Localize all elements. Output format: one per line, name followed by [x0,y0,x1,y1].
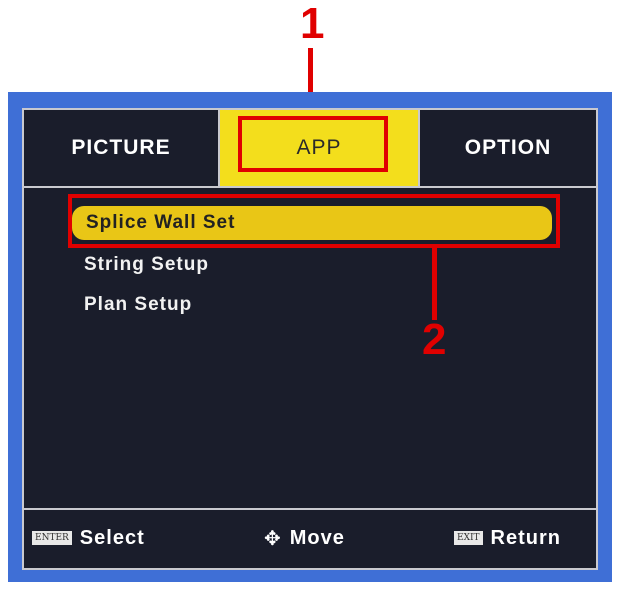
callout-number-1: 1 [300,0,325,48]
callout-number-2: 2 [422,315,447,364]
callout-box-2 [68,194,560,248]
dpad-arrows-icon: ✥ [264,527,282,550]
menu-item-string-setup[interactable]: String Setup [84,248,209,282]
menu-item-plan-setup[interactable]: Plan Setup [84,288,192,322]
hint-select-label: Select [79,526,145,549]
callout-box-1 [238,116,388,172]
exit-key-icon: EXIT [454,531,483,545]
hint-move: ✥ Move [264,510,345,566]
callout-line-2 [432,248,437,320]
tab-option[interactable]: OPTION [418,110,596,186]
hint-move-label: Move [289,526,345,549]
hint-return: EXIT Return [454,510,561,566]
enter-key-icon: ENTER [32,531,72,545]
hint-return-label: Return [490,526,561,549]
osd-menu: PICTURE APP OPTION Splice Wall Set Strin… [22,108,598,570]
tab-picture[interactable]: PICTURE [24,110,220,186]
osd-footer: ENTER Select ✥ Move EXIT Return [24,508,596,568]
hint-select: ENTER Select [32,510,145,566]
